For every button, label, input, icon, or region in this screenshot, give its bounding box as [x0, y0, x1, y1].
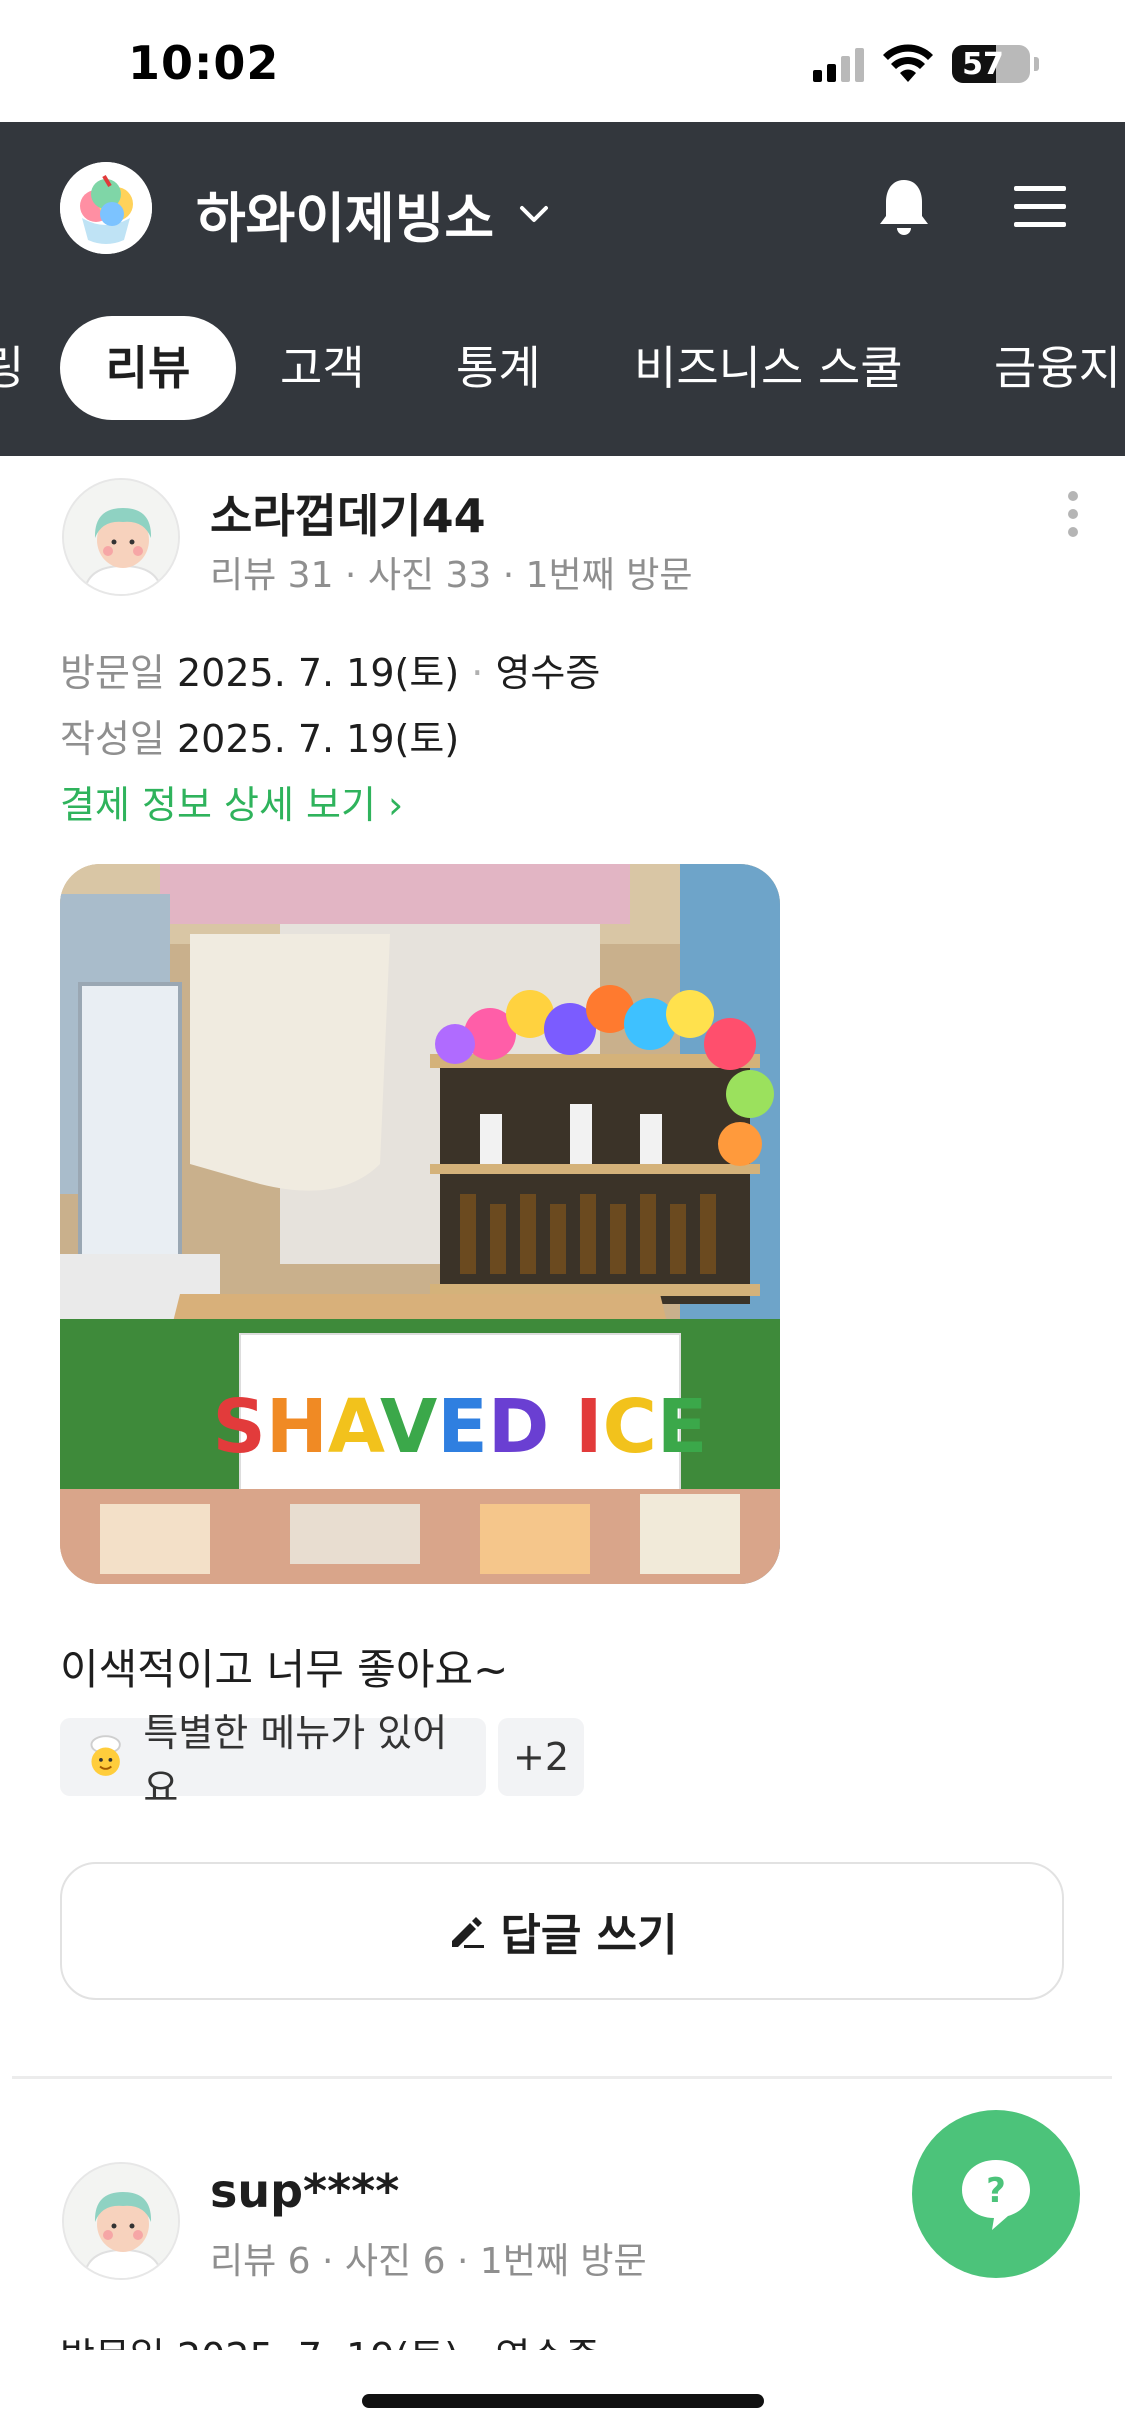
wifi-icon	[883, 44, 933, 82]
visit-date: 2025. 7. 19(토)	[176, 651, 460, 695]
menu-icon[interactable]	[1008, 174, 1072, 238]
status-indicators: 57	[813, 42, 1039, 86]
pencil-icon	[452, 1917, 485, 1948]
chevron-down-icon	[520, 205, 549, 222]
tab-stats[interactable]: 통계	[456, 316, 541, 420]
reviewer-meta: 리뷰 31 · 사진 33 · 1번째 방문	[210, 555, 693, 596]
svg-text:?: ?	[986, 2171, 1006, 2211]
signal-icon	[813, 46, 864, 82]
visit-label: 방문일	[60, 651, 165, 695]
tab-business-school[interactable]: 비즈니스 스쿨	[634, 316, 903, 420]
visit-date-line-2: 방문일 2025. 7. 19(토) · 영수증	[60, 2326, 600, 2350]
user-avatar-icon	[64, 480, 178, 594]
shaved-ice-logo-icon	[60, 162, 152, 254]
bell-icon[interactable]	[872, 174, 936, 238]
reviewer-avatar-2[interactable]	[62, 2162, 180, 2280]
write-date: 2025. 7. 19(토)	[176, 717, 460, 761]
chef-emoji-icon	[90, 1735, 121, 1776]
store-header: 하와이제빙소 링 리뷰 고객 통계 비즈니스 스쿨 금융지	[0, 122, 1125, 456]
keyword-tag-label: 특별한 메뉴가 있어요	[143, 1711, 448, 1810]
reviewer-avatar[interactable]	[62, 478, 180, 596]
status-time: 10:02	[128, 36, 280, 90]
write-date-line: 작성일 2025. 7. 19(토)	[60, 708, 459, 763]
tab-customers[interactable]: 고객	[280, 316, 365, 420]
tab-finance[interactable]: 금융지	[994, 316, 1121, 420]
review-photo[interactable]: SHAVED ICE	[60, 864, 780, 1584]
keyword-more-tag[interactable]: +2	[498, 1718, 584, 1796]
visit-date-line: 방문일 2025. 7. 19(토) · 영수증	[60, 642, 600, 697]
reviewer-meta-2: 리뷰 6 · 사진 6 · 1번째 방문	[210, 2241, 647, 2282]
status-bar: 10:02 57	[0, 0, 1125, 122]
tab-review[interactable]: 리뷰	[60, 316, 236, 420]
store-name: 하와이제빙소	[196, 187, 495, 250]
photo-sign-text: SHAVED ICE	[213, 1384, 708, 1470]
tab-prev[interactable]: 링	[0, 316, 24, 420]
battery-level: 57	[962, 46, 1004, 82]
shaved-ice-stand-photo: SHAVED ICE	[60, 864, 780, 1584]
help-chat-icon: ?	[962, 2160, 1030, 2230]
write-label: 작성일	[60, 717, 165, 761]
more-vertical-icon[interactable]	[1061, 486, 1085, 546]
battery-tip	[1034, 57, 1039, 71]
payment-detail-link[interactable]: 결제 정보 상세 보기 ›	[60, 774, 403, 829]
write-reply-label: 답글 쓰기	[500, 1910, 678, 1961]
write-reply-button[interactable]: 답글 쓰기	[60, 1862, 1064, 2000]
keyword-tag[interactable]: 특별한 메뉴가 있어요	[60, 1711, 486, 1810]
reviewer-name[interactable]: 소라껍데기44	[210, 480, 486, 546]
battery-icon: 57	[952, 45, 1030, 83]
home-indicator	[362, 2394, 764, 2408]
help-chat-button[interactable]: ?	[912, 2110, 1080, 2278]
separator-dot: ·	[471, 651, 484, 695]
review-text: 이색적이고 너무 좋아요~	[60, 1645, 509, 1694]
tab-bar: 링 리뷰 고객 통계 비즈니스 스쿨 금융지	[0, 316, 1125, 420]
review-divider	[12, 2076, 1112, 2079]
user-avatar-icon	[64, 2164, 178, 2278]
clipped-visit-line: 방문일 2025. 7. 19(토) · 영수증	[0, 2318, 1125, 2350]
visit-type: 영수증	[495, 651, 601, 695]
store-logo[interactable]	[60, 162, 152, 254]
store-selector[interactable]: 하와이제빙소	[196, 174, 554, 253]
reviewer-name-2[interactable]: sup****	[210, 2164, 399, 2218]
